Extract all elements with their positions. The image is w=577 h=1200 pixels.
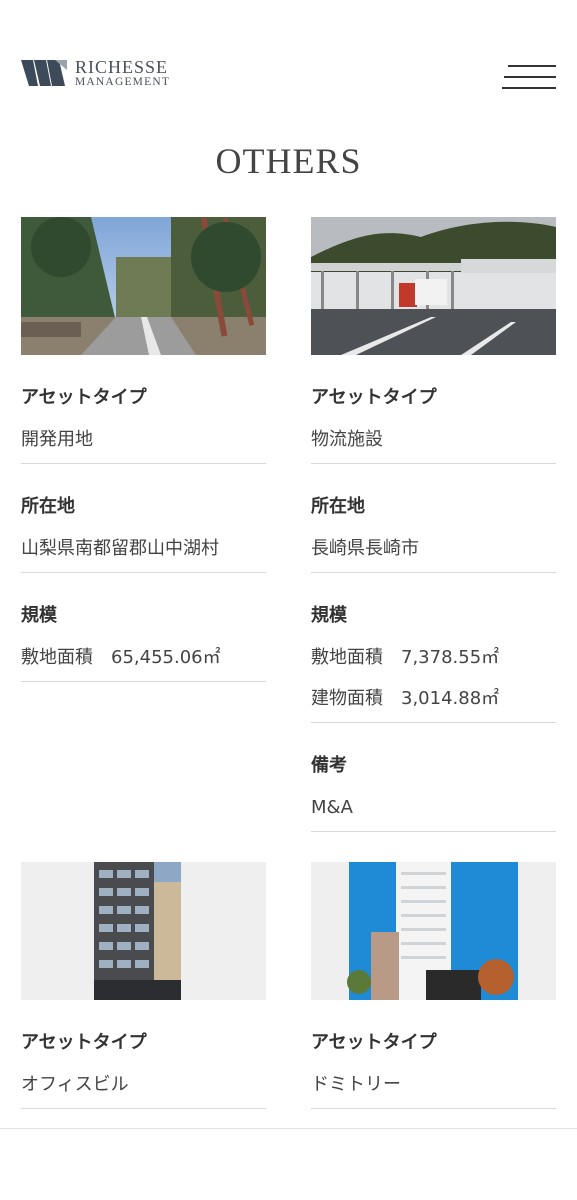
scale-section: 規模 敷地面積 65,455.06㎡: [21, 573, 266, 682]
dormitory-building-photo[interactable]: [311, 862, 556, 1000]
menu-line: [504, 76, 556, 78]
scale-label: 規模: [21, 605, 57, 626]
menu-line: [508, 65, 556, 67]
remarks-value: M&A: [311, 797, 353, 818]
site-area-value: 敷地面積 7,378.55㎡: [311, 647, 500, 668]
remarks-label: 備考: [311, 755, 347, 776]
asset-type-label: アセットタイプ: [311, 1032, 437, 1053]
asset-type-section: アセットタイプ オフィスビル: [21, 1000, 266, 1109]
logo-line2: MANAGEMENT: [75, 76, 171, 88]
hamburger-icon[interactable]: [500, 62, 558, 94]
office-building-photo[interactable]: [21, 862, 266, 1000]
asset-type-value: 物流施設: [311, 429, 383, 450]
menu-line: [502, 87, 556, 89]
asset-type-section: アセットタイプ 物流施設: [311, 355, 556, 464]
location-value: 山梨県南都留郡山中湖村: [21, 538, 219, 559]
logo-text: RICHESSE MANAGEMENT: [75, 58, 170, 89]
asset-type-value: ドミトリー: [311, 1074, 401, 1095]
asset-type-value: 開発用地: [21, 429, 93, 450]
property-card: アセットタイプ 物流施設 所在地 長崎県長崎市 規模 敷地面積 7,378.55…: [311, 217, 556, 832]
remarks-section: 備考 M&A: [311, 723, 556, 832]
logo[interactable]: RICHESSE MANAGEMENT: [21, 58, 170, 89]
location-section: 所在地 長崎県長崎市: [311, 464, 556, 573]
logistics-warehouse-photo[interactable]: [311, 217, 556, 355]
location-section: 所在地 山梨県南都留郡山中湖村: [21, 464, 266, 573]
footer-divider: [0, 1128, 577, 1129]
asset-type-section: アセットタイプ 開発用地: [21, 355, 266, 464]
site-header: RICHESSE MANAGEMENT: [0, 0, 577, 120]
asset-type-label: アセットタイプ: [311, 387, 437, 408]
asset-type-section: アセットタイプ ドミトリー: [311, 1000, 556, 1109]
location-label: 所在地: [311, 496, 365, 517]
location-value: 長崎県長崎市: [311, 538, 419, 559]
page-title: OTHERS: [215, 141, 362, 181]
property-card: アセットタイプ オフィスビル: [21, 862, 266, 1109]
property-card: アセットタイプ ドミトリー: [311, 862, 556, 1109]
building-area-value: 建物面積 3,014.88㎡: [311, 688, 500, 709]
location-label: 所在地: [21, 496, 75, 517]
scale-label: 規模: [311, 605, 347, 626]
asset-type-value: オフィスビル: [21, 1074, 129, 1095]
property-card: アセットタイプ 開発用地 所在地 山梨県南都留郡山中湖村 規模 敷地面積 65,…: [21, 217, 266, 682]
site-area-value: 敷地面積 65,455.06㎡: [21, 647, 221, 668]
tree-lined-road-photo[interactable]: [21, 217, 266, 355]
logo-line1: RICHESSE: [75, 57, 169, 77]
asset-type-label: アセットタイプ: [21, 1032, 147, 1053]
asset-type-label: アセットタイプ: [21, 387, 147, 408]
scale-section: 規模 敷地面積 7,378.55㎡ 建物面積 3,014.88㎡: [311, 573, 556, 723]
logo-mark-icon: [21, 60, 67, 87]
